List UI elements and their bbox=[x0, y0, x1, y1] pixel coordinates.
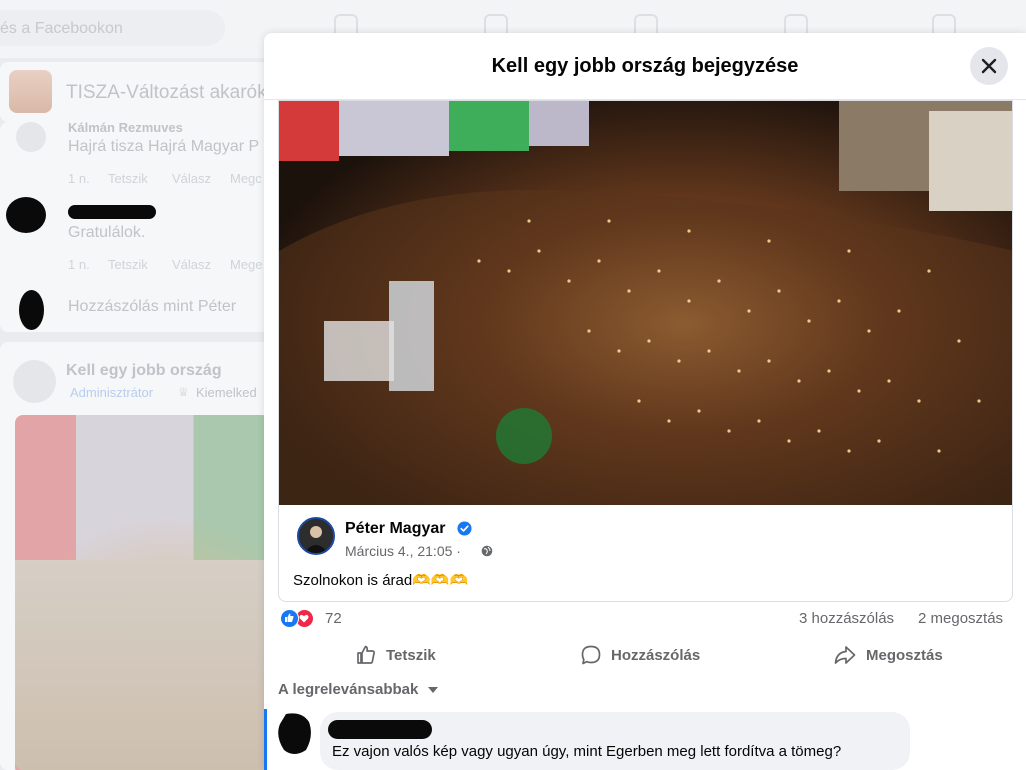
top-contributor-badge: Kiemelked bbox=[196, 385, 257, 400]
search-placeholder: és a Facebookon bbox=[0, 20, 123, 37]
search-input[interactable]: és a Facebookon bbox=[0, 10, 225, 46]
share-button[interactable]: Megosztás bbox=[833, 635, 943, 675]
post-author[interactable]: Kell egy jobb ország bbox=[66, 362, 222, 380]
thumbs-up-icon bbox=[357, 645, 375, 664]
comment-input[interactable]: Hozzászólás mint Péter bbox=[68, 298, 236, 316]
person-silhouette-icon bbox=[304, 526, 328, 553]
action-bar: Tetszik Hozzászólás Megosztás bbox=[264, 635, 1026, 675]
comment-label: Hozzászólás bbox=[611, 646, 701, 664]
comment-text: Gratulálok. bbox=[68, 224, 146, 241]
redacted-avatar bbox=[19, 290, 44, 330]
author-avatar[interactable] bbox=[297, 517, 335, 555]
modal-header: Kell egy jobb ország bejegyzése bbox=[264, 33, 1026, 100]
post-photo[interactable] bbox=[279, 101, 1012, 505]
comment-sort-dropdown[interactable]: A legrelevánsabbak bbox=[278, 681, 439, 698]
caret-down-icon bbox=[428, 686, 439, 693]
comment-share-link[interactable]: Megc bbox=[230, 171, 262, 186]
comment-thread-line bbox=[264, 709, 267, 770]
comment-bubble: Ez vajon valós kép vagy ugyan úgy, mint … bbox=[320, 712, 910, 770]
redacted-name bbox=[68, 205, 156, 219]
like-label: Tetszik bbox=[386, 646, 436, 664]
close-icon bbox=[981, 58, 997, 74]
group-thumbnail[interactable] bbox=[9, 70, 52, 113]
post-modal: Kell egy jobb ország bejegyzése Péter Ma… bbox=[264, 33, 1026, 770]
sort-label: A legrelevánsabbak bbox=[278, 681, 419, 698]
group-header-card: TISZA-Változást akarók bbox=[0, 62, 270, 122]
comment-count[interactable]: 3 hozzászólás bbox=[799, 610, 894, 627]
trophy-icon: ♕ bbox=[178, 385, 189, 399]
comments-card: Kálmán Rezmuves Hajrá tisza Hajrá Magyar… bbox=[0, 120, 270, 332]
crowd-photo bbox=[279, 101, 1012, 505]
comment-text: Hajrá tisza Hajrá Magyar P bbox=[68, 138, 260, 155]
author-name[interactable]: Péter Magyar bbox=[345, 520, 446, 538]
modal-title: Kell egy jobb ország bejegyzése bbox=[491, 55, 799, 77]
share-icon bbox=[834, 646, 856, 664]
redacted-avatar[interactable] bbox=[276, 712, 313, 756]
comment-share-link[interactable]: Mege bbox=[230, 257, 263, 272]
comment-icon bbox=[581, 645, 601, 665]
page-avatar[interactable] bbox=[13, 360, 56, 403]
like-button[interactable]: Tetszik bbox=[355, 635, 436, 675]
comment-reply-link[interactable]: Válasz bbox=[172, 171, 211, 186]
comment-like-link[interactable]: Tetszik bbox=[108, 171, 148, 186]
comment-text: Ez vajon valós kép vagy ugyan úgy, mint … bbox=[332, 743, 842, 760]
post-text: Szolnokon is árad🫶🫶🫶 bbox=[293, 572, 469, 589]
commenter-avatar[interactable] bbox=[16, 122, 46, 152]
comment-like-link[interactable]: Tetszik bbox=[108, 257, 148, 272]
globe-icon bbox=[481, 545, 493, 557]
post-photo-lower bbox=[15, 560, 270, 770]
admin-badge: Adminisztrátor bbox=[70, 385, 154, 400]
group-name[interactable]: TISZA-Változást akarók bbox=[66, 82, 267, 104]
redacted-name[interactable] bbox=[328, 720, 432, 739]
shared-post[interactable]: Péter Magyar Március 4., 21:05 · Szolnok… bbox=[278, 100, 1013, 602]
share-label: Megosztás bbox=[866, 646, 943, 664]
comment-time: 1 n. bbox=[68, 257, 90, 272]
comment-reply-link[interactable]: Válasz bbox=[172, 257, 211, 272]
like-reaction-icon bbox=[280, 609, 299, 628]
comment-time: 1 n. bbox=[68, 171, 90, 186]
share-count[interactable]: 2 megosztás bbox=[918, 610, 1003, 627]
verified-icon bbox=[457, 521, 472, 536]
close-button[interactable] bbox=[970, 47, 1008, 85]
comment-author[interactable]: Kálmán Rezmuves bbox=[68, 120, 183, 135]
post-date[interactable]: Március 4., 21:05 · bbox=[345, 543, 461, 559]
reaction-count: 72 bbox=[325, 610, 342, 627]
redacted-avatar bbox=[6, 197, 46, 233]
comment-button[interactable]: Hozzászólás bbox=[580, 635, 700, 675]
